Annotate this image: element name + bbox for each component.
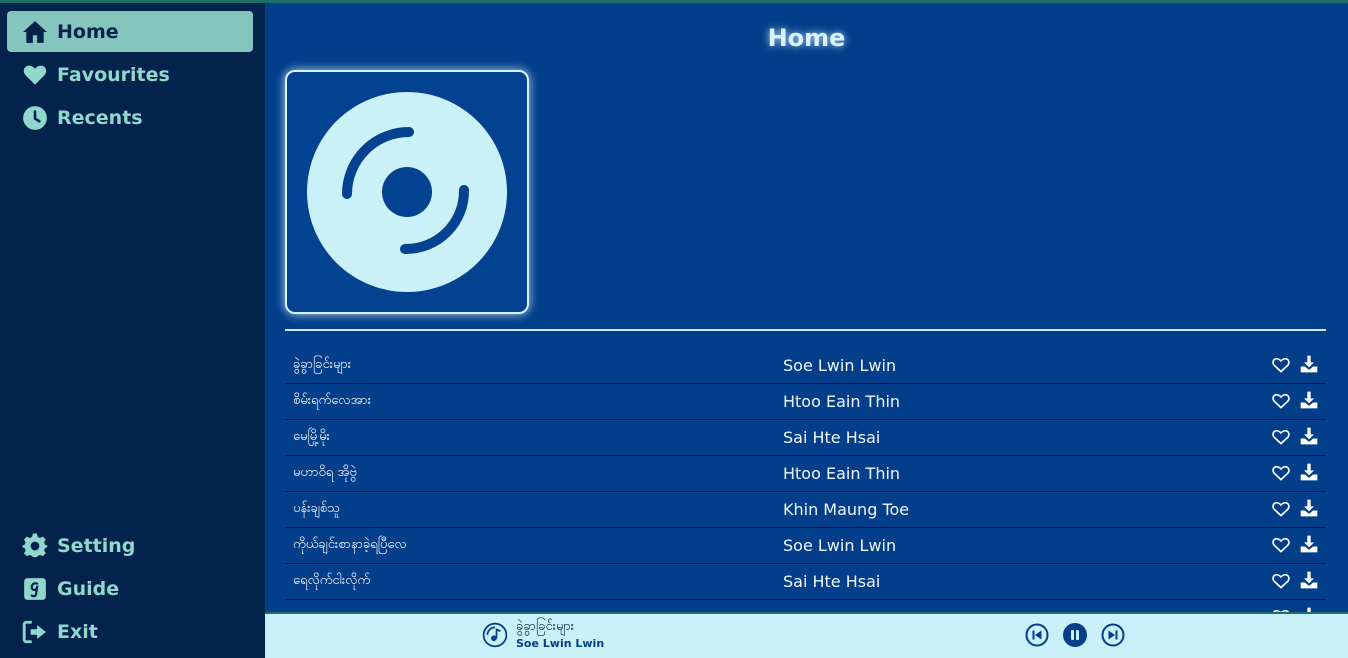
clock-icon (21, 104, 49, 132)
track-title: စိမ်းရက်လေအား (293, 393, 372, 408)
window-top-border (0, 0, 1348, 3)
sidebar-item-label: Exit (57, 620, 98, 643)
sidebar-item-recents[interactable]: Recents (7, 97, 253, 138)
sidebar-item-setting[interactable]: Setting (7, 525, 253, 566)
sidebar-item-guide[interactable]: Guide (7, 568, 253, 609)
divider (285, 329, 1326, 331)
heart-outline-icon[interactable] (1271, 463, 1291, 483)
next-icon[interactable] (1101, 623, 1125, 647)
track-artist: Sai Hte Hsai (783, 572, 881, 591)
track-row[interactable]: ခွဲခွာခြင်းများ Soe Lwin Lwin (285, 348, 1326, 384)
gear-icon (21, 532, 49, 560)
now-playing-artist: Soe Lwin Lwin (516, 637, 605, 650)
music-disc-icon (482, 622, 508, 648)
sidebar-item-label: Favourites (57, 63, 170, 86)
heart-outline-icon[interactable] (1271, 355, 1291, 375)
track-title: ရေလိုက်ငါးလိုက် (293, 573, 371, 588)
disc-icon (307, 92, 507, 292)
sidebar-item-label: Setting (57, 534, 136, 557)
album-cover (285, 70, 529, 314)
heart-outline-icon[interactable] (1271, 535, 1291, 555)
page-title: Home (767, 24, 846, 52)
track-title: ခွဲခွာခြင်းများ (293, 357, 352, 372)
main-content: Home ခွဲခွာခြင်းများ Soe Lwin Lwin စိမ်း… (265, 0, 1348, 612)
download-icon[interactable] (1299, 570, 1319, 590)
track-title: မဟာဝိရ အိုဗွဲ (293, 465, 357, 480)
sidebar-item-home[interactable]: Home (7, 11, 253, 52)
track-row[interactable]: စိမ်းရက်လေအား Htoo Eain Thin (285, 384, 1326, 420)
download-icon[interactable] (1299, 462, 1319, 482)
track-artist: Soe Lwin Lwin (783, 356, 897, 375)
sidebar-item-favourites[interactable]: Favourites (7, 54, 253, 95)
exit-icon (21, 618, 49, 646)
sidebar-item-label: Recents (57, 106, 143, 129)
download-icon[interactable] (1299, 534, 1319, 554)
download-icon[interactable] (1299, 498, 1319, 518)
heart-outline-icon[interactable] (1271, 427, 1291, 447)
track-title: မေမြို့မိုး (293, 429, 330, 444)
track-row-partial[interactable] (285, 600, 1326, 612)
track-artist: Htoo Eain Thin (783, 464, 901, 483)
download-icon[interactable] (1299, 426, 1319, 446)
sidebar-item-label: Guide (57, 577, 120, 600)
home-icon (21, 18, 49, 46)
track-row[interactable]: မေမြို့မိုး Sai Hte Hsai (285, 420, 1326, 456)
track-artist: Sai Hte Hsai (783, 428, 881, 447)
sidebar-item-exit[interactable]: Exit (7, 611, 253, 652)
guide-icon (21, 575, 49, 603)
track-row[interactable]: ကိုယ်ချင်းစာနာခဲ့ရပြီလေ Soe Lwin Lwin (285, 528, 1326, 564)
track-artist: Htoo Eain Thin (783, 392, 901, 411)
track-list: ခွဲခွာခြင်းများ Soe Lwin Lwin စိမ်းရက်လေ… (285, 348, 1326, 612)
heart-outline-icon[interactable] (1271, 391, 1291, 411)
track-title: ကိုယ်ချင်းစာနာခဲ့ရပြီလေ (293, 537, 407, 552)
track-row[interactable]: ရေလိုက်ငါးလိုက် Sai Hte Hsai (285, 564, 1326, 600)
download-icon[interactable] (1299, 354, 1319, 374)
heart-outline-icon[interactable] (1271, 571, 1291, 591)
previous-icon[interactable] (1025, 623, 1049, 647)
track-row[interactable]: မဟာဝိရ အိုဗွဲ Htoo Eain Thin (285, 456, 1326, 492)
now-playing-title: ခွဲခွာခြင်းများ (516, 619, 575, 634)
sidebar-item-label: Home (57, 20, 119, 43)
player-bar: ခွဲခွာခြင်းများ Soe Lwin Lwin (265, 612, 1348, 658)
download-icon[interactable] (1299, 390, 1319, 410)
track-row[interactable]: ပန်းချစ်သူ Khin Maung Toe (285, 492, 1326, 528)
track-title: ပန်းချစ်သူ (293, 501, 340, 516)
sidebar: Home Favourites Recents Setting Guide Ex… (0, 0, 265, 658)
track-artist: Soe Lwin Lwin (783, 536, 897, 555)
pause-icon[interactable] (1063, 623, 1087, 647)
heart-outline-icon[interactable] (1271, 499, 1291, 519)
heart-icon (21, 61, 49, 89)
track-artist: Khin Maung Toe (783, 500, 910, 519)
